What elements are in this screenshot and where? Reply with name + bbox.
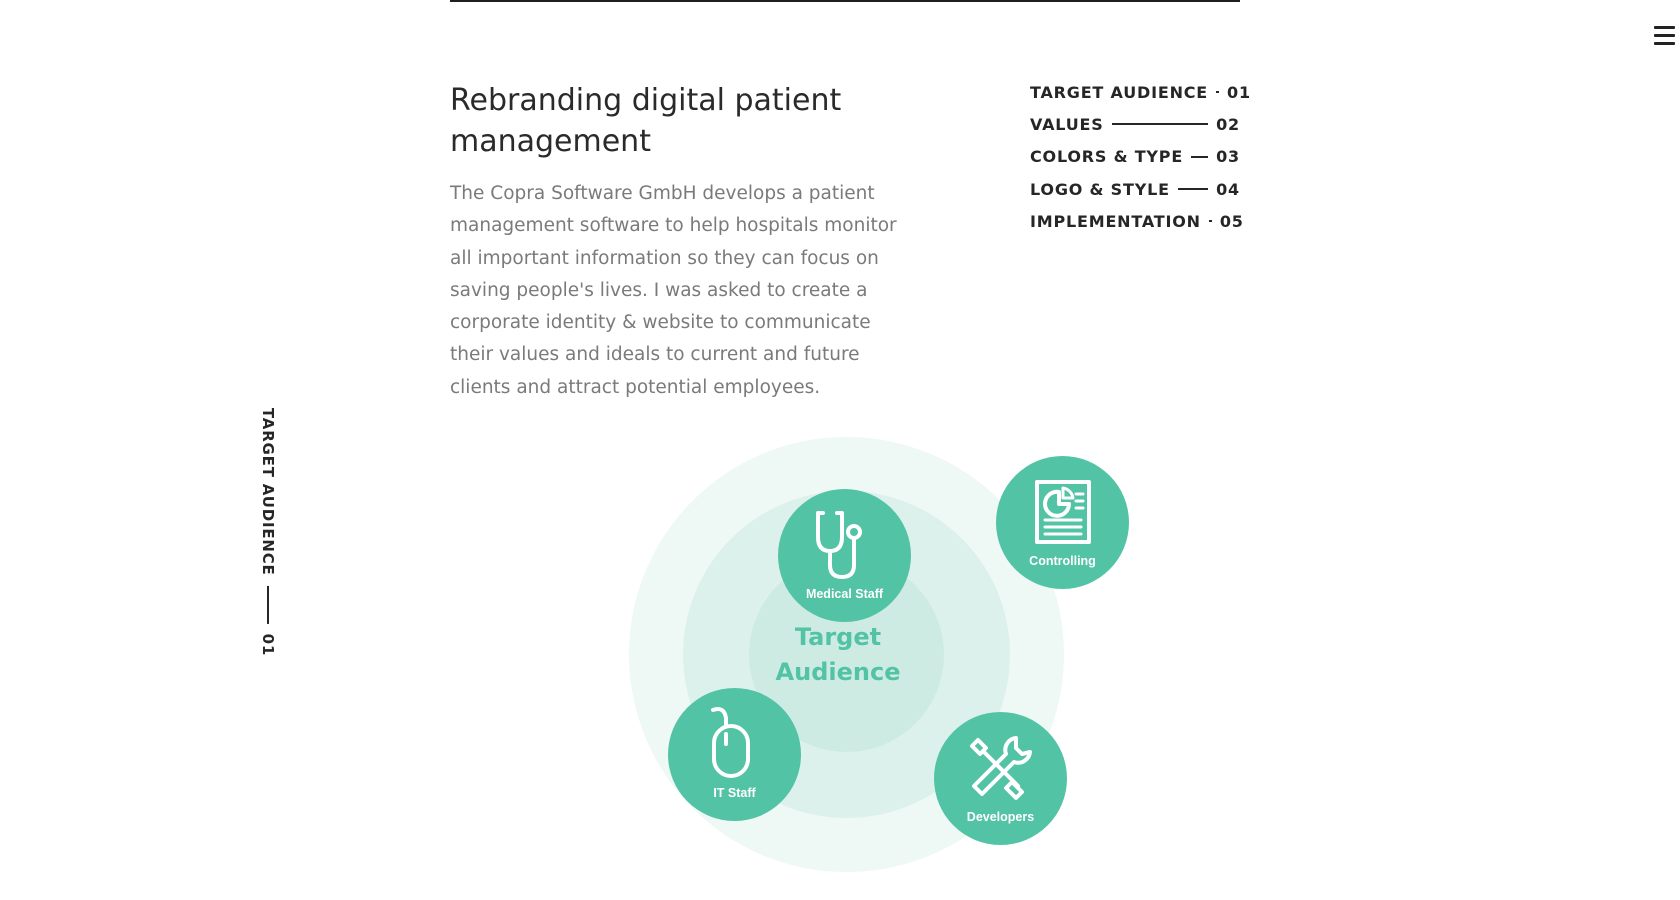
toc-number: 01 <box>1227 82 1251 102</box>
menu-bar <box>1654 34 1675 37</box>
toc-number: 02 <box>1216 114 1240 134</box>
toc-line <box>1177 188 1209 191</box>
center-label-line: Target <box>794 623 882 651</box>
toc-item-implementation[interactable]: IMPLEMENTATION 05 <box>1030 205 1243 237</box>
toc-label: IMPLEMENTATION <box>1030 211 1201 231</box>
side-label-line <box>267 585 269 624</box>
toc-label: TARGET AUDIENCE <box>1030 82 1209 102</box>
side-label-text: TARGET AUDIENCE <box>259 407 277 576</box>
computer-mouse-icon <box>711 707 750 778</box>
toc-item-colors-type[interactable]: COLORS & TYPE 03 <box>1030 141 1240 173</box>
toc-label: LOGO & STYLE <box>1030 179 1170 199</box>
toc-number: 03 <box>1216 147 1240 167</box>
toc-number: 05 <box>1219 211 1244 231</box>
toc-number: 04 <box>1216 179 1240 199</box>
toc-item-target-audience[interactable]: TARGET AUDIENCE 01 <box>1030 76 1250 108</box>
node-label: Medical Staff <box>805 587 884 601</box>
audience-node-it-staff[interactable]: IT Staff <box>668 688 801 821</box>
intro-paragraph: The Copra Software GmbH develops a patie… <box>450 183 897 398</box>
toc-line <box>1191 155 1209 158</box>
top-divider <box>450 0 1240 2</box>
node-label: Controlling <box>1029 554 1096 568</box>
toc-item-values[interactable]: VALUES 02 <box>1030 108 1240 140</box>
section-nav: TARGET AUDIENCE 01 VALUES 02 COLORS & TY… <box>1030 76 1250 237</box>
toc-line <box>1111 123 1209 126</box>
diagram-center-label: Target Audience <box>738 620 938 690</box>
menu-bar <box>1654 26 1675 29</box>
node-label: Developers <box>966 810 1035 824</box>
side-label-number: 01 <box>259 633 277 657</box>
audience-node-medical-staff[interactable]: Medical Staff <box>778 489 911 622</box>
center-label-line: Audience <box>775 658 901 686</box>
audience-node-controlling[interactable]: Controlling <box>996 456 1129 589</box>
toc-item-logo-style[interactable]: LOGO & STYLE 04 <box>1030 173 1240 205</box>
wrench-screwdriver-icon <box>970 736 1032 800</box>
toc-label: COLORS & TYPE <box>1030 147 1184 167</box>
page-title: Rebranding digital patient management <box>450 83 842 159</box>
toc-label: VALUES <box>1030 114 1104 134</box>
menu-bar <box>1654 42 1675 45</box>
audience-node-developers[interactable]: Developers <box>934 712 1067 845</box>
toc-line <box>1216 91 1220 94</box>
node-label: IT Staff <box>713 786 756 800</box>
hamburger-menu-icon[interactable] <box>1654 24 1676 46</box>
section-side-label: TARGET AUDIENCE 01 <box>259 408 277 656</box>
stethoscope-icon <box>816 511 862 579</box>
report-chart-icon <box>1035 480 1091 544</box>
toc-line <box>1208 220 1212 223</box>
